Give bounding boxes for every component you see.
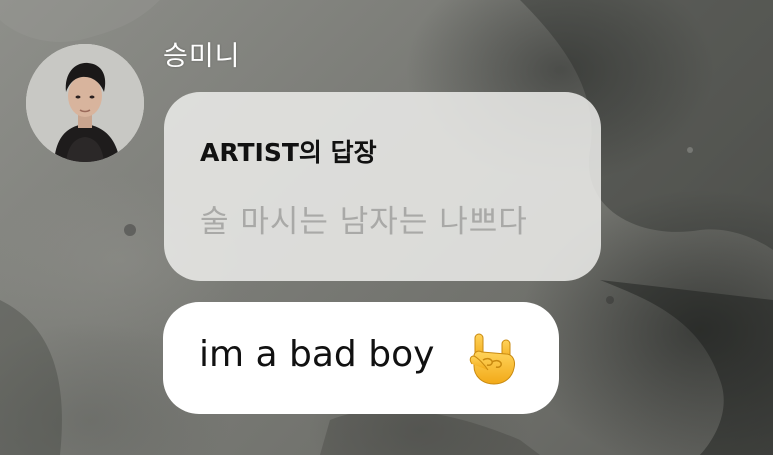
reply-quoted-text: 술 마시는 남자는 나쁘다	[200, 204, 528, 240]
reply-title: ARTIST의 답장	[200, 138, 377, 167]
message-text: im a bad boy	[199, 334, 435, 375]
sign-of-the-horns-icon	[469, 333, 515, 385]
profile-photo	[26, 44, 144, 162]
reply-bubble[interactable]	[164, 92, 601, 281]
avatar[interactable]	[26, 44, 144, 162]
sender-name: 승미니	[163, 41, 241, 72]
